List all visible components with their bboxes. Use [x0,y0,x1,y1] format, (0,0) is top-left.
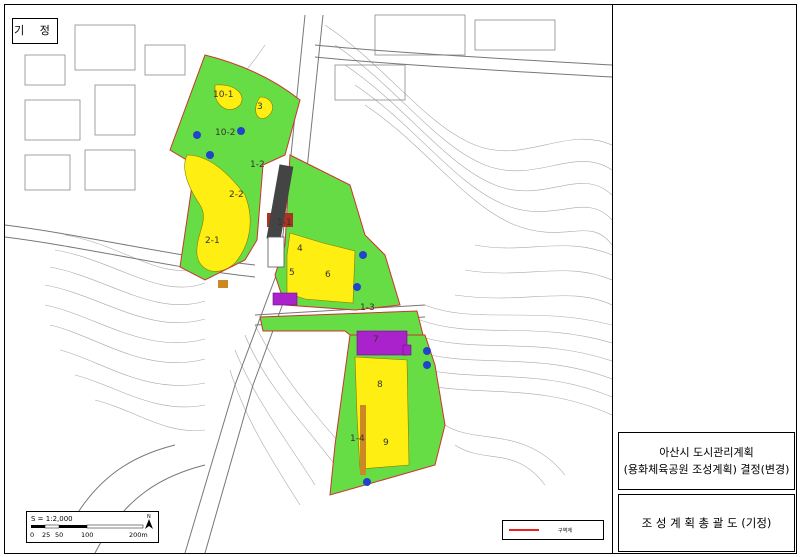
drawing-frame: 10-1 10-2 3 1-2 2-2 2-1 1-1 4 5 6 1-3 7 … [0,0,800,557]
parcel-label: 9 [383,438,389,448]
parcel-label: 3 [257,102,263,112]
scale-tick: 0 [30,531,34,539]
plan-subtitle: (용화체육공원 조성계획) 결정(변경) [623,463,790,476]
parcel-label: 2-2 [229,190,244,200]
parcel-label: 10-2 [215,128,235,138]
title-box: 아산시 도시관리계획 (용화체육공원 조성계획) 결정(변경) [618,432,795,490]
parcel-label: 8 [377,380,383,390]
legend: 구역계 [509,527,572,534]
parcel-label: 4 [297,244,303,254]
parcel-label: 1-3 [360,303,375,313]
parcel-label: 7 [373,335,379,345]
parcel-label: 1-4 [350,434,365,444]
status-tag: 기 정 [12,18,58,44]
legend-label: 구역계 [558,527,572,534]
scale-tick: 100 [81,531,93,539]
parcel-label: 1-2 [250,160,265,170]
map-canvas: 10-1 10-2 3 1-2 2-2 2-1 1-1 4 5 6 1-3 7 … [5,14,612,553]
parcel-label: 6 [325,270,331,280]
parcel-label: 2-1 [205,236,220,246]
scale-text: S = 1:2,000 [31,515,73,523]
plan-title: 아산시 도시관리계획 [659,446,754,459]
parcel-label: 5 [289,268,295,278]
parcel-label: 10-1 [213,90,233,100]
scale-tick: 50 [55,531,63,539]
north-label: N [147,514,151,520]
legend-box: 구역계 [502,520,604,540]
scale-bar-box: S = 1:2,000 0 25 50 100 200m N [26,511,159,543]
scale-tick: 25 [42,531,50,539]
parcel-label: 1-1 [277,218,292,228]
scale-bar: S = 1:2,000 0 25 50 100 200m N [30,514,153,539]
north-arrow-icon [145,519,153,529]
drawing-title: 조 성 계 획 총 괄 도 (기정) [618,494,795,552]
site-map: 10-1 10-2 3 1-2 2-2 2-1 1-1 4 5 6 1-3 7 … [4,4,613,554]
scale-tick: 200m [129,531,148,539]
